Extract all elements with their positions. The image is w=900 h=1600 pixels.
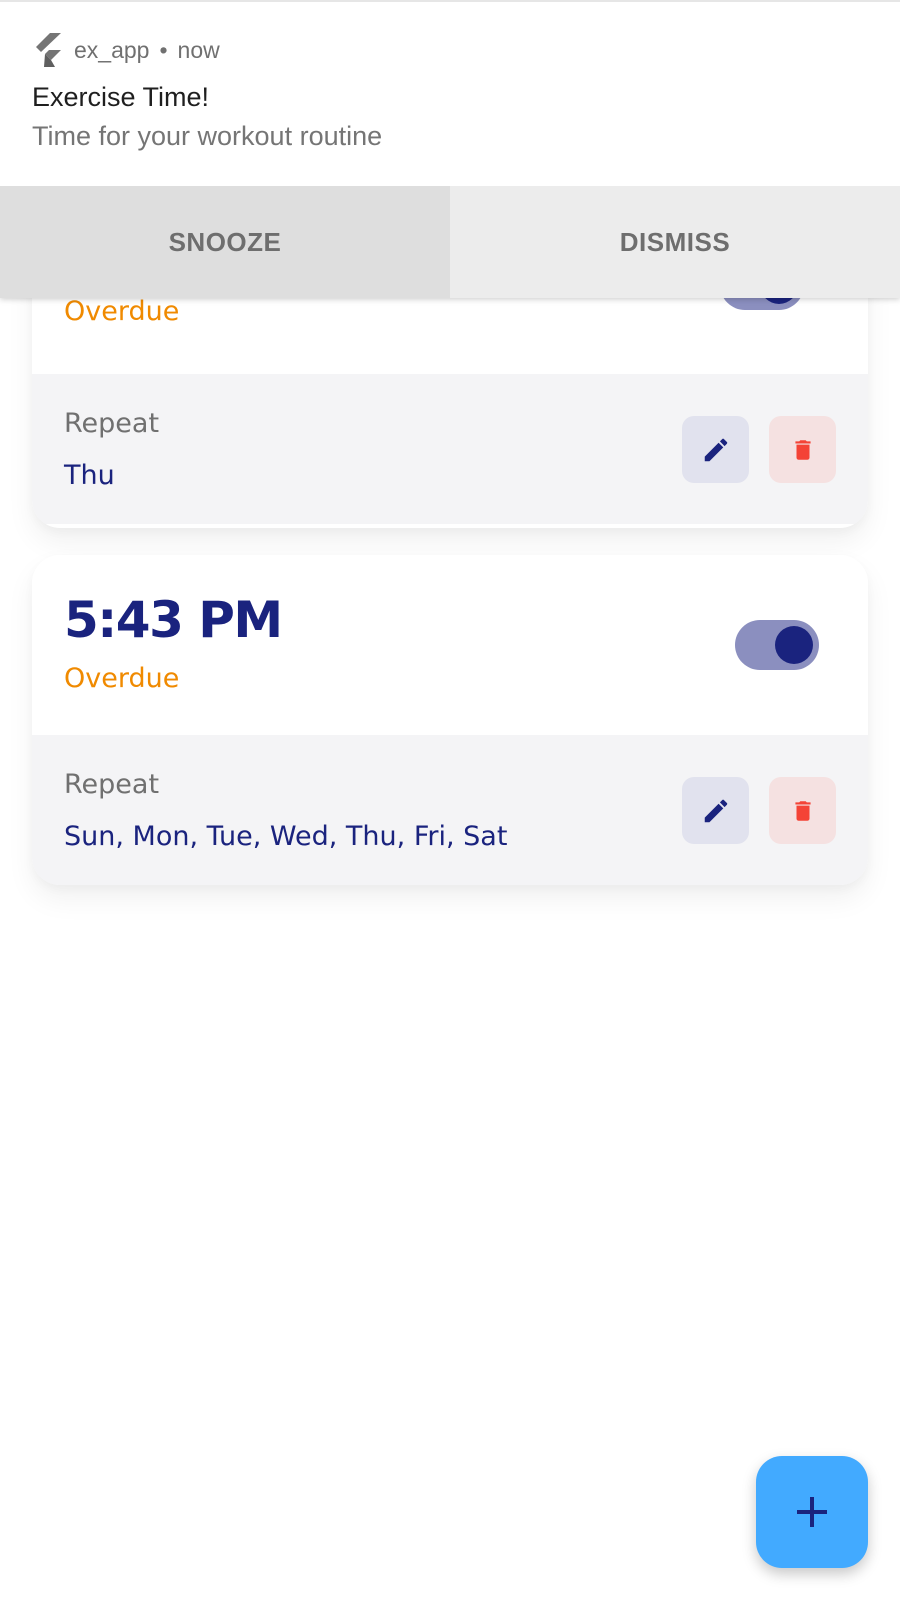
alarm-time: 5:43 PM [64,591,283,649]
alarm-card-header: 5:43 PM Overdue [32,555,868,735]
delete-button[interactable] [769,777,836,844]
add-alarm-button[interactable] [756,1456,868,1568]
alarm-status: Overdue [64,296,180,327]
notification-body: Time for your workout routine [32,121,383,151]
notification-title: Exercise Time! [32,82,210,112]
edit-button[interactable] [682,777,749,844]
repeat-days: Sun, Mon, Tue, Wed, Thu, Fri, Sat [64,821,508,852]
repeat-label: Repeat [64,769,160,800]
dismiss-button[interactable]: DISMISS [450,186,900,298]
notification-header: ex_app • now [32,30,220,70]
notification-app-name: ex_app [74,36,150,63]
notification-separator: • [159,36,168,63]
flutter-logo-icon [36,33,61,67]
repeat-panel: Repeat Sun, Mon, Tue, Wed, Thu, Fri, Sat [32,735,868,885]
edit-button[interactable] [682,416,749,483]
snooze-button[interactable]: SNOOZE [0,186,450,298]
repeat-label: Repeat [64,408,160,439]
plus-icon [797,1497,827,1527]
pencil-icon [704,799,727,822]
trash-icon [794,439,811,460]
alarm-toggle[interactable] [735,620,819,670]
alarm-card: 5:43 PM Overdue Repeat Sun, Mon, Tue, We… [32,555,868,885]
toggle-knob [775,626,813,664]
repeat-panel: Repeat Thu [32,374,868,524]
alarm-status: Overdue [64,663,180,694]
pencil-icon [704,438,727,461]
notification-time: now [177,36,220,63]
notification-banner[interactable]: ex_app • now Exercise Time! Time for you… [0,0,900,298]
trash-icon [794,800,811,821]
delete-button[interactable] [769,416,836,483]
repeat-days: Thu [64,460,115,491]
